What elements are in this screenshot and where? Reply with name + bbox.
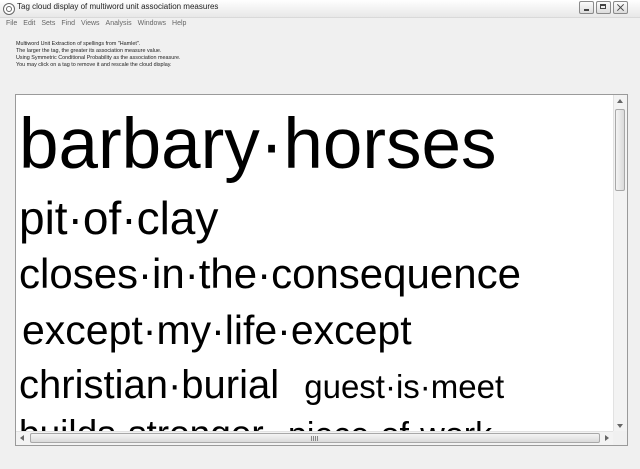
cloud-row: builds·stronger piece·of·work <box>19 415 492 431</box>
tag-closes-in-the-consequence[interactable]: closes·in·the·consequence <box>19 250 521 297</box>
grip-icon <box>311 436 319 441</box>
info-line: You may click on a tag to remove it and … <box>16 62 172 68</box>
scroll-down-icon[interactable] <box>617 424 623 428</box>
menu-views[interactable]: Views <box>81 18 100 30</box>
menu-file[interactable]: File <box>6 18 17 30</box>
minimize-icon[interactable] <box>579 1 594 14</box>
tag-builds-stronger[interactable]: builds·stronger <box>19 413 264 431</box>
menu-help[interactable]: Help <box>172 18 186 30</box>
tag-piece-of-work[interactable]: piece·of·work <box>288 416 492 431</box>
maximize-icon[interactable] <box>596 1 611 14</box>
scroll-up-icon[interactable] <box>617 99 623 103</box>
scroll-right-icon[interactable] <box>605 435 609 441</box>
tag-cloud: barbary·horses pit·of·clay closes·in·the… <box>16 95 612 431</box>
window-controls <box>579 1 628 14</box>
cloud-row: pit·of·clay <box>19 195 218 241</box>
cloud-row: closes·in·the·consequence <box>19 253 521 295</box>
scrollbar-corner <box>613 431 627 445</box>
horizontal-scroll-thumb[interactable] <box>30 433 600 443</box>
scroll-left-icon[interactable] <box>20 435 24 441</box>
menu-bar: File Edit Sets Find Views Analysis Windo… <box>0 18 186 30</box>
menu-sets[interactable]: Sets <box>41 18 55 30</box>
title-bar: Tag cloud display of multiword unit asso… <box>0 0 640 18</box>
app-icon <box>3 3 15 15</box>
close-icon[interactable] <box>613 1 628 14</box>
info-line: Multiword Unit Extraction of spellings f… <box>16 41 141 47</box>
vertical-scrollbar[interactable] <box>613 95 627 432</box>
tag-barbary-horses[interactable]: barbary·horses <box>19 105 496 184</box>
tag-christian-burial[interactable]: christian·burial <box>19 363 279 407</box>
info-text: Multiword Unit Extraction of spellings f… <box>16 41 181 69</box>
tag-except-my-life-except[interactable]: except·my·life·except <box>22 307 412 353</box>
tag-cloud-panel: barbary·horses pit·of·clay closes·in·the… <box>15 94 628 446</box>
tag-pit-of-clay[interactable]: pit·of·clay <box>19 192 218 244</box>
cloud-row: barbary·horses <box>19 109 496 180</box>
menu-edit[interactable]: Edit <box>23 18 35 30</box>
cloud-row: christian·burial guest·is·meet <box>19 365 504 405</box>
info-line: The larger the tag, the greater its asso… <box>16 48 162 54</box>
vertical-scroll-thumb[interactable] <box>615 109 625 191</box>
info-line: Using Symmetric Conditional Probability … <box>16 55 181 61</box>
cloud-row: except·my·life·except <box>22 310 412 351</box>
tag-guest-is-meet[interactable]: guest·is·meet <box>304 368 504 405</box>
horizontal-scrollbar[interactable] <box>16 431 613 445</box>
menu-analysis[interactable]: Analysis <box>106 18 132 30</box>
window-title: Tag cloud display of multiword unit asso… <box>17 2 219 11</box>
menu-find[interactable]: Find <box>61 18 75 30</box>
menu-windows[interactable]: Windows <box>138 18 166 30</box>
